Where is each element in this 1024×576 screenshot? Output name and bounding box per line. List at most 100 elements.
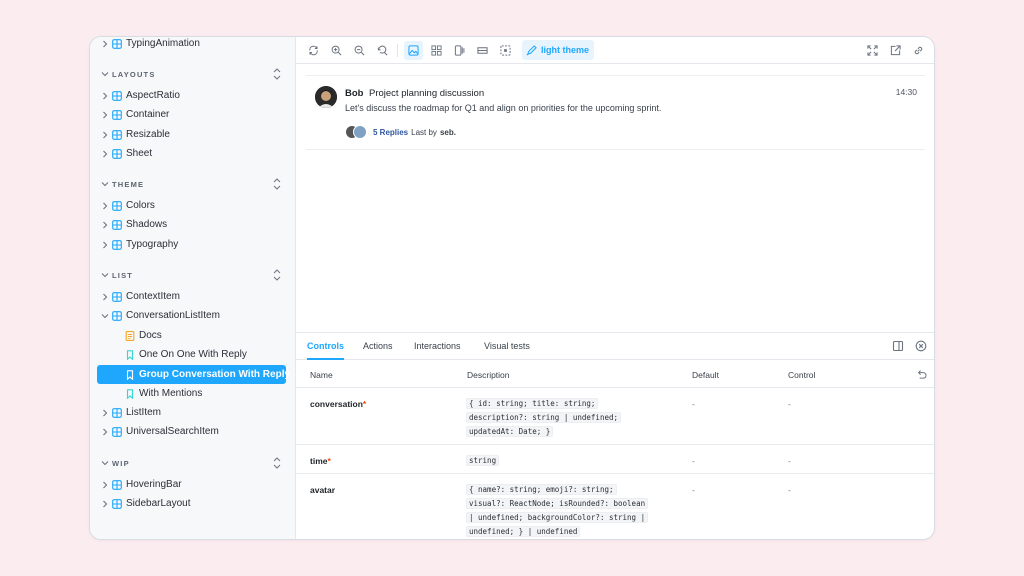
sidebar-item-label: Container: [126, 109, 170, 120]
tab-controls[interactable]: Controls: [307, 333, 344, 360]
section-header-layouts[interactable]: LAYOUTS: [90, 66, 295, 82]
zoom-reset-icon[interactable]: [373, 41, 392, 60]
chevron-right-icon: [101, 409, 109, 417]
sidebar-item-label: ContextItem: [126, 291, 180, 302]
args-table-header: Name Description Default Control: [296, 361, 934, 388]
brush-icon: [526, 44, 537, 56]
author-name: Bob: [345, 88, 364, 99]
component-icon: [112, 239, 122, 250]
sidebar-item-group-conversation-with-reply[interactable]: Group Conversation With Reply: [97, 365, 290, 384]
sidebar-item-universalsearchitem[interactable]: UniversalSearchItem: [90, 422, 295, 441]
sidebar: TypingAnimation LAYOUTS AspectRatio Cont…: [90, 37, 296, 539]
prop-control: -: [788, 485, 791, 495]
sidebar-item-hoveringbar[interactable]: HoveringBar: [90, 475, 295, 494]
addons-panel: Controls Actions Interactions Visual tes…: [296, 332, 934, 539]
section-label: LAYOUTS: [112, 69, 156, 79]
sidebar-item-label: Colors: [126, 200, 155, 211]
outline-icon[interactable]: [496, 41, 515, 60]
component-icon: [112, 291, 122, 302]
viewport-icon[interactable]: [450, 41, 469, 60]
storybook-window: TypingAnimation LAYOUTS AspectRatio Cont…: [89, 36, 935, 540]
table-row: time* string - -: [296, 446, 934, 474]
sidebar-item-aspectratio[interactable]: AspectRatio: [90, 86, 295, 105]
sidebar-item-label: Docs: [139, 330, 162, 341]
sidebar-item-label: With Mentions: [139, 388, 203, 399]
sidebar-item-shadows[interactable]: Shadows: [90, 215, 295, 234]
sidebar-item-sheet[interactable]: Sheet: [90, 144, 295, 163]
section-label: LIST: [112, 270, 134, 280]
chevron-down-icon: [101, 71, 109, 77]
prop-default: -: [692, 456, 695, 466]
sidebar-item-docs[interactable]: Docs: [90, 326, 295, 345]
sidebar-item-contextitem[interactable]: ContextItem: [90, 287, 295, 306]
sidebar-item-container[interactable]: Container: [90, 105, 295, 124]
sidebar-item-sidebarlayout[interactable]: SidebarLayout: [90, 494, 295, 513]
expand-collapse-icon[interactable]: [273, 178, 281, 190]
reload-icon[interactable]: [304, 41, 323, 60]
section-header-theme[interactable]: THEME: [90, 176, 295, 192]
sidebar-item-resizable[interactable]: Resizable: [90, 125, 295, 144]
section-label: THEME: [112, 179, 145, 189]
grid-icon[interactable]: [427, 41, 446, 60]
chevron-right-icon: [101, 428, 109, 436]
component-icon: [112, 426, 122, 437]
conversation-title: Project planning discussion: [369, 88, 485, 99]
sidebar-item-with-mentions[interactable]: With Mentions: [90, 384, 295, 403]
tab-interactions[interactable]: Interactions: [414, 333, 461, 360]
conversation-description: Let's discuss the roadmap for Q1 and ali…: [345, 103, 662, 113]
column-default: Default: [692, 370, 719, 380]
sidebar-item-typinganimation[interactable]: TypingAnimation: [90, 37, 295, 53]
replies-summary[interactable]: 5 Replies Last by seb.: [345, 124, 456, 140]
background-image-icon[interactable]: [404, 41, 423, 60]
component-icon: [112, 407, 122, 418]
conversation-list-item[interactable]: Bob Project planning discussion 14:30 Le…: [306, 75, 925, 150]
theme-label: light theme: [541, 45, 590, 55]
chevron-down-icon: [101, 312, 109, 320]
copy-link-icon[interactable]: [909, 41, 928, 60]
sidebar-item-label: AspectRatio: [126, 90, 180, 101]
sidebar-item-colors[interactable]: Colors: [90, 196, 295, 215]
zoom-in-icon[interactable]: [327, 41, 346, 60]
chevron-down-icon: [101, 460, 109, 466]
tab-visual-tests[interactable]: Visual tests: [484, 333, 530, 360]
chevron-down-icon: [101, 272, 109, 278]
reset-icon[interactable]: [916, 369, 927, 380]
avatar: [315, 86, 337, 108]
required-marker: *: [327, 456, 331, 466]
sidebar-item-listitem[interactable]: ListItem: [90, 403, 295, 422]
section-header-list[interactable]: LIST: [90, 267, 295, 283]
panel-orientation-icon[interactable]: [892, 340, 904, 352]
component-icon: [112, 38, 122, 49]
bookmark-icon: [125, 388, 135, 399]
prop-type: { name?: string; emoji?: string; visual?…: [466, 483, 666, 539]
expand-collapse-icon[interactable]: [273, 269, 281, 281]
sidebar-item-label: ConversationListItem: [126, 310, 220, 321]
theme-toggle-button[interactable]: light theme: [522, 40, 595, 60]
chevron-right-icon: [101, 131, 109, 139]
measure-icon[interactable]: [473, 41, 492, 60]
expand-collapse-icon[interactable]: [273, 457, 281, 469]
tab-actions[interactable]: Actions: [363, 333, 393, 360]
fullscreen-icon[interactable]: [863, 41, 882, 60]
sidebar-item-one-on-one-with-reply[interactable]: One On One With Reply: [90, 345, 295, 364]
bookmark-icon: [125, 369, 135, 380]
close-panel-icon[interactable]: [915, 340, 927, 352]
zoom-out-icon[interactable]: [350, 41, 369, 60]
sidebar-item-conversationlistitem[interactable]: ConversationListItem: [90, 306, 295, 325]
column-control: Control: [788, 370, 816, 380]
prop-default: -: [692, 485, 695, 495]
open-new-tab-icon[interactable]: [886, 41, 905, 60]
sidebar-item-typography[interactable]: Typography: [90, 235, 295, 254]
expand-collapse-icon[interactable]: [273, 68, 281, 80]
story-preview: Bob Project planning discussion 14:30 Le…: [296, 65, 934, 333]
section-header-wip[interactable]: WIP: [90, 455, 295, 471]
reply-avatar: [353, 125, 367, 139]
component-icon: [112, 310, 122, 321]
chevron-right-icon: [101, 500, 109, 508]
sidebar-item-label: SidebarLayout: [126, 498, 191, 509]
chevron-right-icon: [101, 202, 109, 210]
component-icon: [112, 148, 122, 159]
table-row: avatar { name?: string; emoji?: string; …: [296, 475, 934, 539]
component-icon: [112, 200, 122, 211]
sidebar-item-label: TypingAnimation: [126, 38, 200, 49]
